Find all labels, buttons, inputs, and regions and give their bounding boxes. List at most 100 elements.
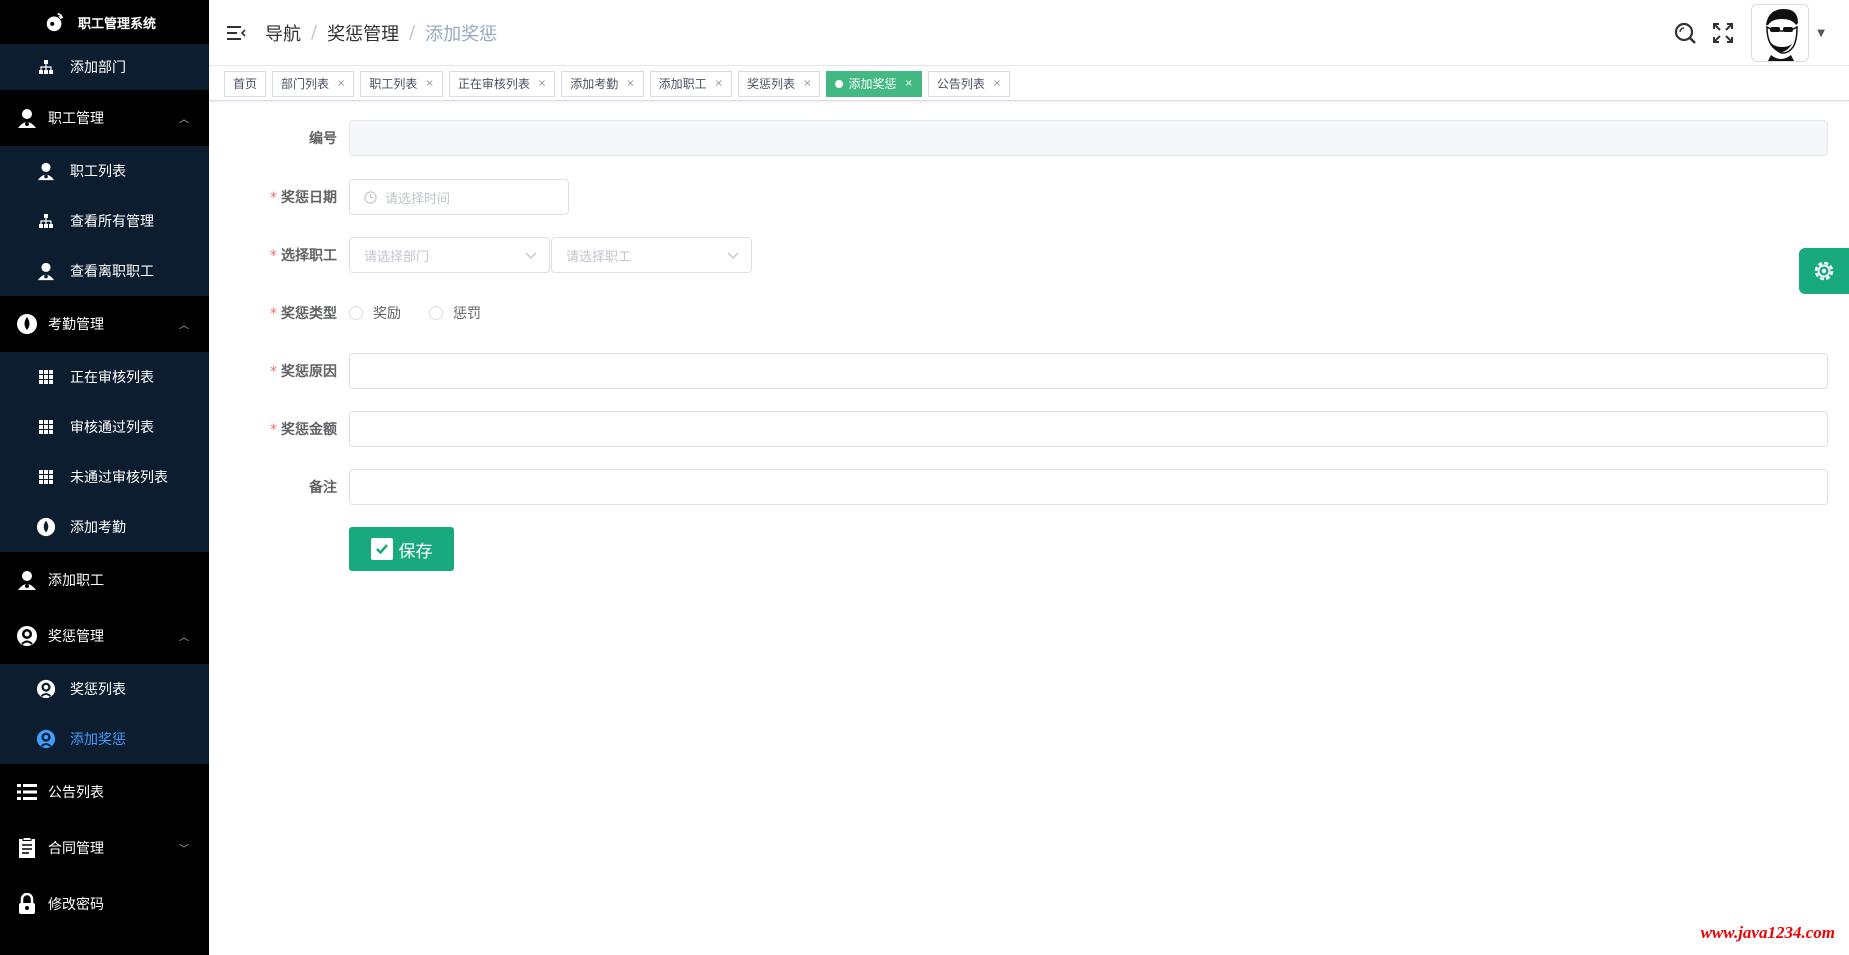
form-row-employee: * 选择职工 请选择部门 请选择职工 (209, 237, 1849, 273)
tag-label: 首页 (233, 77, 258, 91)
form-row-remark: 备注 (209, 469, 1849, 505)
save-button[interactable]: 保存 (349, 527, 454, 571)
field-label: * 奖惩类型 (270, 306, 337, 322)
sidebar-item-view-all-managers[interactable]: 查看所有管理 (0, 196, 209, 246)
search-icon[interactable] (1673, 21, 1697, 45)
caret-down-icon[interactable]: ▼ (1817, 28, 1825, 39)
radio-circle (349, 306, 363, 320)
user-icon (16, 107, 38, 129)
reward-icon (16, 625, 38, 647)
employee-select[interactable]: 请选择职工 (551, 237, 752, 273)
breadcrumb-current: 添加奖惩 (425, 23, 498, 45)
breadcrumb-item[interactable]: 奖惩管理 (327, 20, 399, 46)
gear-icon (1814, 261, 1834, 281)
tag-add-reward[interactable]: 添加奖惩 × (826, 70, 922, 97)
sidebar-item-employee-management[interactable]: 职工管理 ︿ (0, 90, 209, 146)
check-icon (370, 538, 393, 560)
tag-notice-list[interactable]: 公告列表 × (927, 70, 1011, 97)
lock-icon (16, 893, 38, 915)
user-icon (16, 569, 38, 591)
breadcrumb-item[interactable]: 导航 (265, 20, 301, 46)
settings-button[interactable] (1799, 248, 1849, 294)
tag-pending-review[interactable]: 正在审核列表 × (448, 70, 556, 97)
sidebar-item-label: 审核通过列表 (70, 420, 154, 436)
drop-icon (36, 517, 56, 537)
close-icon[interactable]: × (538, 78, 546, 89)
user-icon (36, 261, 56, 281)
document-icon (16, 837, 38, 859)
tag-reward-list[interactable]: 奖惩列表 × (738, 70, 821, 97)
reason-input[interactable] (349, 353, 1828, 389)
radio-punishment[interactable]: 惩罚 (429, 303, 481, 323)
close-icon[interactable]: × (803, 78, 811, 89)
date-picker[interactable]: 请选择时间 (349, 179, 569, 215)
sidebar-item-pending-review[interactable]: 正在审核列表 (0, 352, 209, 402)
form-row-type: * 奖惩类型 奖励 惩罚 (209, 295, 1849, 331)
sidebar-item-resigned-employees[interactable]: 查看离职职工 (0, 246, 209, 296)
sidebar-item-reward-list[interactable]: 奖惩列表 (0, 664, 209, 714)
form-row-date: * 奖惩日期 请选择时间 (209, 179, 1849, 215)
avatar-image (1752, 5, 1809, 61)
sidebar-item-attendance-management[interactable]: 考勤管理 ︿ (0, 296, 209, 352)
close-icon[interactable]: × (337, 78, 345, 89)
remark-input[interactable] (349, 469, 1828, 505)
tag-add-employee[interactable]: 添加职工 × (649, 70, 733, 97)
avatar[interactable] (1751, 4, 1810, 62)
sidebar-item-label: 添加职工 (48, 573, 104, 589)
type-radio-group: 奖励 惩罚 (349, 303, 509, 323)
close-icon[interactable]: × (425, 78, 433, 89)
sidebar-item-label: 查看离职职工 (70, 264, 154, 280)
sidebar-item-add-employee[interactable]: 添加职工 (0, 552, 209, 608)
tag-home[interactable]: 首页 (224, 70, 267, 97)
sidebar-item-reward-management[interactable]: 奖惩管理 ︿ (0, 608, 209, 664)
sidebar-item-contract-management[interactable]: 合同管理 ﹀ (0, 820, 209, 876)
sidebar: 职工管理系统 添加部门 职工管理 ︿ 职工列表 查看所有管理 查看离职职工 考勤… (0, 0, 209, 955)
radio-reward[interactable]: 奖励 (349, 303, 401, 323)
org-chart-icon (36, 211, 56, 231)
sidebar-item-label: 考勤管理 (48, 317, 104, 333)
sidebar-item-employee-list[interactable]: 职工列表 (0, 146, 209, 196)
app-brand[interactable]: 职工管理系统 (0, 0, 209, 44)
clock-icon (364, 190, 377, 204)
header-actions: ▼ (1673, 0, 1825, 66)
sidebar-item-add-reward[interactable]: 添加奖惩 (0, 714, 209, 764)
sidebar-item-label: 公告列表 (48, 785, 104, 801)
id-input[interactable] (349, 120, 1828, 156)
reward-icon (36, 679, 56, 699)
tag-label: 部门列表 (281, 77, 330, 91)
tag-label: 添加考勤 (570, 77, 619, 91)
sidebar-item-add-attendance[interactable]: 添加考勤 (0, 502, 209, 552)
tag-label: 职工列表 (369, 77, 418, 91)
sidebar-item-approved[interactable]: 审核通过列表 (0, 402, 209, 452)
sidebar-item-label: 职工管理 (48, 111, 104, 127)
date-placeholder: 请选择时间 (385, 191, 451, 207)
chevron-up-icon: ︿ (179, 114, 189, 126)
tag-label: 添加奖惩 (848, 77, 897, 91)
form-row-id: 编号 (209, 120, 1849, 156)
menu-toggle-icon[interactable] (225, 22, 247, 44)
tag-department-list[interactable]: 部门列表 × (272, 70, 355, 97)
sidebar-item-label: 添加考勤 (70, 520, 126, 536)
sidebar-item-rejected[interactable]: 未通过审核列表 (0, 452, 209, 502)
field-label: * 选择职工 (270, 248, 337, 264)
field-label: 编号 (309, 131, 337, 147)
department-select[interactable]: 请选择部门 (349, 237, 550, 273)
close-icon[interactable]: × (626, 78, 634, 89)
close-icon[interactable]: × (993, 78, 1001, 89)
sidebar-item-label: 奖惩管理 (48, 629, 104, 645)
sidebar-item-change-password[interactable]: 修改密码 (0, 876, 209, 932)
sidebar-item-add-department[interactable]: 添加部门 (0, 44, 209, 90)
reward-icon (36, 729, 56, 749)
sidebar-item-label: 添加部门 (70, 60, 126, 76)
close-icon[interactable]: × (904, 78, 912, 89)
breadcrumb: 导航 / 奖惩管理 / 添加奖惩 (265, 20, 497, 46)
close-icon[interactable]: × (715, 78, 723, 89)
amount-input[interactable] (349, 411, 1828, 447)
tag-employee-list[interactable]: 职工列表 × (360, 70, 443, 97)
sidebar-item-notice-list[interactable]: 公告列表 (0, 764, 209, 820)
tag-label: 奖惩列表 (747, 77, 796, 91)
chevron-down-icon (525, 252, 537, 259)
tag-label: 公告列表 (936, 77, 985, 91)
fullscreen-icon[interactable] (1711, 21, 1735, 45)
tag-add-attendance[interactable]: 添加考勤 × (561, 70, 644, 97)
